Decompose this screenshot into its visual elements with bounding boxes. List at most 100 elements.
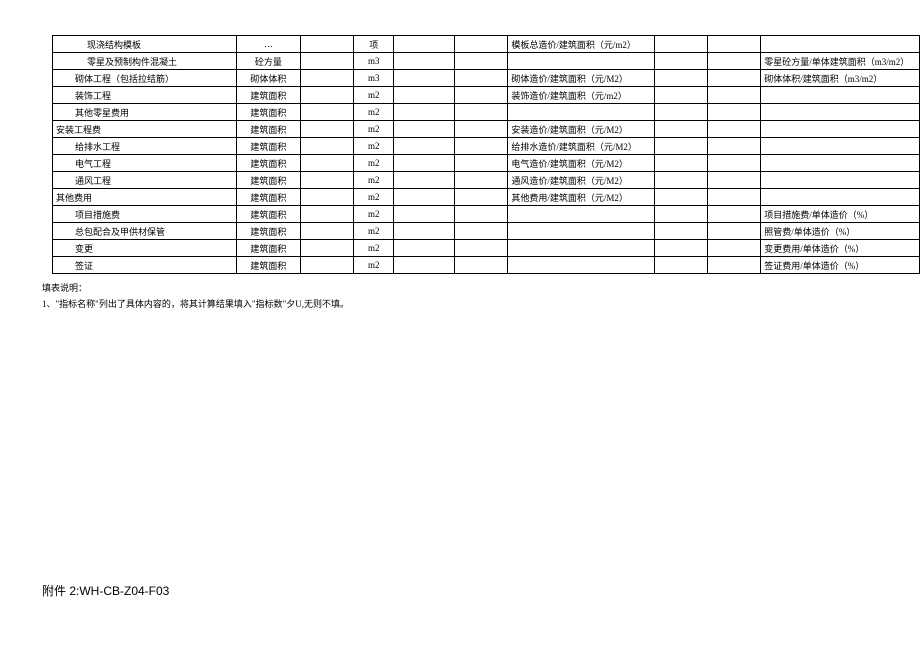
empty-cell [654, 138, 707, 155]
empty-cell [300, 70, 353, 87]
item-name-cell: 现浇结构模板 [53, 36, 237, 53]
indicator1-cell: 通风造价/建筑面积（元/M2） [508, 172, 654, 189]
empty-cell [300, 172, 353, 189]
indicator1-cell [508, 223, 654, 240]
basis-cell: 砌体体积 [236, 70, 300, 87]
empty-cell [300, 87, 353, 104]
basis-cell: 建筑面积 [236, 223, 300, 240]
empty-cell [455, 189, 508, 206]
basis-cell: 建筑面积 [236, 257, 300, 274]
basis-cell: 砼方量 [236, 53, 300, 70]
indicator2-cell: 签证费用/单体造价（%） [761, 257, 920, 274]
unit-cell: m3 [354, 70, 394, 87]
basis-cell: 建筑面积 [236, 104, 300, 121]
empty-cell [394, 206, 455, 223]
empty-cell [394, 121, 455, 138]
empty-cell [394, 223, 455, 240]
empty-cell [654, 121, 707, 138]
unit-cell: m2 [354, 121, 394, 138]
empty-cell [455, 223, 508, 240]
indicator2-cell [761, 155, 920, 172]
table-row: 变更建筑面积m2变更费用/单体造价（%） [53, 240, 920, 257]
indicator1-cell [508, 53, 654, 70]
basis-cell: 建筑面积 [236, 155, 300, 172]
empty-cell [654, 87, 707, 104]
item-name-cell: 变更 [53, 240, 237, 257]
table-row: 项目措施费建筑面积 m2 项目措施费/单体造价（%） [53, 206, 920, 223]
empty-cell [394, 189, 455, 206]
table-notes: 填表说明： 1、"指标名称"列出了具体内容的，将其计算结果填入"指标数"夕U,无… [42, 280, 920, 312]
indicator2-cell [761, 189, 920, 206]
empty-cell [654, 206, 707, 223]
unit-cell: m2 [354, 87, 394, 104]
table-row: 砌体工程（包括拉结筋）砌体体积m3砌体造价/建筑面积（元/M2）砌体体积/建筑面… [53, 70, 920, 87]
empty-cell [708, 53, 761, 70]
unit-cell: m2 [354, 104, 394, 121]
empty-cell [300, 223, 353, 240]
empty-cell [708, 138, 761, 155]
unit-cell: m2 [354, 172, 394, 189]
item-name-cell: 其他费用 [53, 189, 237, 206]
empty-cell [654, 172, 707, 189]
empty-cell [654, 70, 707, 87]
table-row: 电气工程建筑面积m2电气造价/建筑面积（元/M2） [53, 155, 920, 172]
table-row: 通风工程建筑面积 m2 通风造价/建筑面积（元/M2） [53, 172, 920, 189]
basis-cell: 建筑面积 [236, 206, 300, 223]
empty-cell [394, 36, 455, 53]
indicator1-cell: 模板总造价/建筑面积（元/m2） [508, 36, 654, 53]
empty-cell [708, 87, 761, 104]
indicator2-cell: 砌体体积/建筑面积（m3/m2） [761, 70, 920, 87]
empty-cell [708, 172, 761, 189]
empty-cell [708, 155, 761, 172]
item-name-cell: 签证 [53, 257, 237, 274]
indicator2-cell [761, 104, 920, 121]
item-name-cell: 给排水工程 [53, 138, 237, 155]
unit-cell: m2 [354, 189, 394, 206]
item-name-cell: 零星及预制构件混凝土 [53, 53, 237, 70]
unit-cell: m2 [354, 206, 394, 223]
unit-cell: m2 [354, 223, 394, 240]
empty-cell [455, 104, 508, 121]
empty-cell [455, 53, 508, 70]
empty-cell [455, 87, 508, 104]
basis-cell: 建筑面积 [236, 121, 300, 138]
empty-cell [455, 36, 508, 53]
empty-cell [654, 36, 707, 53]
table-row: 装饰工程建筑面积m2装饰造价/建筑面积（元/m2） [53, 87, 920, 104]
indicator2-cell: 零星砼方量/单体建筑面积（m3/m2） [761, 53, 920, 70]
empty-cell [455, 70, 508, 87]
empty-cell [300, 53, 353, 70]
basis-cell: 建筑面积 [236, 172, 300, 189]
indicator2-cell: 照管费/单体造价（%） [761, 223, 920, 240]
indicator2-cell [761, 121, 920, 138]
indicator2-cell [761, 87, 920, 104]
basis-cell: … [236, 36, 300, 53]
indicator1-cell: 电气造价/建筑面积（元/M2） [508, 155, 654, 172]
empty-cell [654, 223, 707, 240]
empty-cell [300, 206, 353, 223]
item-name-cell: 项目措施费 [53, 206, 237, 223]
item-name-cell: 通风工程 [53, 172, 237, 189]
table-row: 签证建筑面积m2签证费用/单体造价（%） [53, 257, 920, 274]
empty-cell [654, 53, 707, 70]
indicator1-cell: 装饰造价/建筑面积（元/m2） [508, 87, 654, 104]
indicator2-cell: 项目措施费/单体造价（%） [761, 206, 920, 223]
empty-cell [300, 189, 353, 206]
table-row: 其他零星费用建筑面积m2 [53, 104, 920, 121]
empty-cell [300, 240, 353, 257]
empty-cell [708, 257, 761, 274]
empty-cell [394, 240, 455, 257]
unit-cell: m2 [354, 240, 394, 257]
empty-cell [300, 155, 353, 172]
empty-cell [455, 206, 508, 223]
empty-cell [455, 240, 508, 257]
empty-cell [394, 70, 455, 87]
unit-cell: m3 [354, 53, 394, 70]
empty-cell [708, 206, 761, 223]
unit-cell: m2 [354, 155, 394, 172]
basis-cell: 建筑面积 [236, 138, 300, 155]
empty-cell [394, 87, 455, 104]
empty-cell [455, 121, 508, 138]
empty-cell [455, 155, 508, 172]
empty-cell [300, 36, 353, 53]
